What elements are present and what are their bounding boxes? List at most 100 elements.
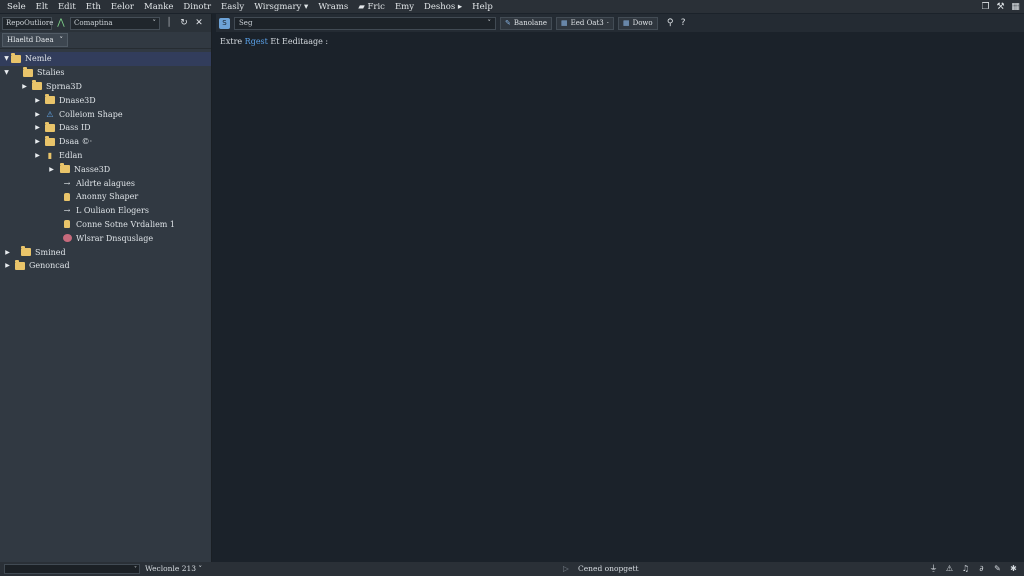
menu-deshos-label: Deshos	[424, 1, 456, 12]
tree-node-label: Stalies	[37, 68, 65, 78]
menu-help[interactable]: Help	[467, 2, 498, 12]
menu-dinotr[interactable]: Dinotr	[178, 2, 216, 12]
tree-node-label: Conne Sotne Vrdaliem 1	[76, 219, 176, 229]
statusbar: ˅ Weclonle 213 ˅ ▷ Cened onopgett ⏚ ⚠ ♫ …	[0, 562, 1024, 576]
tree-node[interactable]: Conne Sotne Vrdaliem 1	[0, 218, 211, 232]
tree-node[interactable]: ▶ Smined	[0, 245, 211, 259]
expand-arrow-icon[interactable]: ▶	[33, 124, 42, 131]
tree-node[interactable]: ▶ ⚠ Colleiom Shape	[0, 107, 211, 121]
lock-icon	[64, 220, 70, 229]
outliner-field[interactable]: RepoOutliore	[2, 16, 53, 30]
grid-icon[interactable]: ▦	[1011, 2, 1020, 12]
tree-node-label: Dnase3D	[59, 95, 96, 105]
tree-node[interactable]: ▶ Nasse3D	[0, 162, 211, 176]
tree-node-label: Dass ID	[59, 123, 91, 133]
dowo-button[interactable]: ▦ Dowo	[617, 16, 658, 30]
dowo-label: Dowo	[632, 19, 653, 27]
menu-elt[interactable]: Elt	[31, 2, 53, 12]
statusbar-center-text: Cened onopgett	[578, 564, 639, 573]
filter-field-label: Comaptina	[74, 19, 113, 27]
link-icon[interactable]: ∂	[977, 563, 986, 574]
tree-node[interactable]: ▶ Dnase3D	[0, 93, 211, 107]
expand-arrow-icon[interactable]: ▶	[47, 166, 56, 173]
tree-node[interactable]: ▼ Stalies	[0, 66, 211, 80]
eed-oat-button[interactable]: ▦ Eed Oat3 ·	[555, 16, 614, 30]
expand-arrow-icon[interactable]: ▼	[2, 69, 11, 76]
mic-icon[interactable]: ⏚	[929, 563, 938, 574]
expand-arrow-icon[interactable]: ▶	[33, 97, 42, 104]
script-icon[interactable]: S	[219, 17, 230, 29]
scene-tab-label: Hlaeltd Daea	[7, 36, 54, 44]
folder-icon	[15, 259, 25, 270]
menu-wrams[interactable]: Wrams	[313, 2, 353, 12]
panel-icon: ▦	[622, 19, 630, 27]
folder-icon	[32, 80, 42, 91]
expand-arrow-icon[interactable]: ▶	[3, 249, 12, 256]
statusbar-left-text[interactable]: Weclonle 213 ˅	[145, 564, 202, 573]
expand-arrow-icon[interactable]: ▼	[2, 55, 11, 62]
tree-node[interactable]: ▶ Dass ID	[0, 121, 211, 135]
editor-toolbar: S Seg ˅ ✎ Banolane ▦ Eed Oat3 · ▦ Dowo ⚲ ?	[216, 14, 1024, 32]
alert-icon[interactable]: ⚠	[945, 563, 954, 574]
copy-icon[interactable]: ❐	[981, 2, 990, 12]
editor-search-value: Seg	[239, 19, 253, 27]
play-icon[interactable]: ▷	[563, 564, 569, 573]
menu-emy[interactable]: Emy	[390, 2, 419, 12]
expand-arrow-icon[interactable]: ▶	[33, 138, 42, 145]
expand-arrow-icon[interactable]: ▶	[33, 152, 42, 159]
chevron-down-icon: ˅	[59, 36, 64, 44]
tree-node[interactable]: → Aldrte alagues	[0, 176, 211, 190]
menu-deshos[interactable]: Deshos ▸	[419, 2, 467, 12]
menu-easly[interactable]: Easly	[216, 2, 249, 12]
tree-node[interactable]: ▶ ▮ Edlan	[0, 149, 211, 163]
expand-arrow-icon[interactable]: ▶	[3, 262, 12, 269]
tree-node-label: Nemle	[25, 54, 52, 64]
editor-code-line[interactable]: Extre Rgest Et Eeditaage :	[220, 37, 328, 46]
tree-node[interactable]: Wlsrar Dnsquslage	[0, 231, 211, 245]
editor-search-field[interactable]: Seg ˅	[234, 16, 496, 30]
filter-field[interactable]: Comaptina ˅	[70, 16, 160, 30]
tree-node[interactable]: ▼ Nemle	[0, 52, 211, 66]
code-highlight: Rgest	[244, 37, 268, 46]
eed-oat-label: Eed Oat3	[570, 19, 604, 27]
statusbar-icons: ⏚ ⚠ ♫ ∂ ✎ ✱	[929, 563, 1018, 574]
code-prefix: Extre	[220, 37, 245, 46]
tree-node[interactable]: ▶ Dsaa ©·	[0, 135, 211, 149]
expand-arrow-icon[interactable]: ▶	[33, 111, 42, 118]
tree-node[interactable]: ▶ Genoncad	[0, 259, 211, 273]
arrow-right-icon: →	[63, 178, 71, 188]
tree-node-label: L Ouliaon Elogers	[76, 206, 149, 216]
search-help-icon[interactable]: ⚲	[666, 18, 675, 28]
menubar: Sele Elt Edit Eth Eelor Manke Dinotr Eas…	[0, 0, 1024, 13]
tree-node[interactable]: Anonny Shaper	[0, 190, 211, 204]
banolane-button[interactable]: ✎ Banolane	[500, 16, 552, 30]
menu-wirsgmary[interactable]: Wirsgmary ▾	[249, 2, 313, 12]
tree-node[interactable]: → L Ouliaon Elogers	[0, 204, 211, 218]
help-icon[interactable]: ?	[679, 18, 688, 28]
bell-icon[interactable]: ♫	[961, 563, 970, 574]
scene-tab[interactable]: Hlaeltd Daea ˅	[2, 33, 69, 47]
expand-arrow-icon[interactable]: ▶	[20, 83, 29, 90]
menu-eth[interactable]: Eth	[81, 2, 106, 12]
menu-fric[interactable]: ▰ Fric	[353, 2, 390, 12]
menu-manke[interactable]: Manke	[139, 2, 178, 12]
menu-edit[interactable]: Edit	[53, 2, 81, 12]
tools-icon[interactable]: ⚒	[996, 2, 1005, 12]
pen-icon[interactable]: ✎	[993, 563, 1002, 574]
pipe-icon[interactable]: ⏐	[163, 17, 175, 30]
menu-eelor[interactable]: Eelor	[106, 2, 139, 12]
tree-node-label: Aldrte alagues	[76, 178, 135, 188]
menu-file[interactable]: Sele	[2, 2, 31, 12]
close-icon[interactable]: ✕	[193, 17, 205, 30]
panel-icon: ▦	[560, 19, 568, 27]
collision-shape-icon: ⚠	[46, 109, 54, 119]
folder-icon	[23, 66, 33, 77]
statusbar-field[interactable]: ˅	[4, 564, 140, 574]
filter-icon[interactable]: ⋀	[55, 17, 67, 30]
lock-icon	[64, 192, 70, 201]
folder-icon	[21, 246, 31, 257]
tree-node[interactable]: ▶ Sprna3D	[0, 80, 211, 94]
bug-icon[interactable]: ✱	[1009, 563, 1018, 574]
cursor-icon[interactable]: ↻	[178, 17, 190, 30]
tree-node-label: Colleiom Shape	[59, 109, 123, 119]
